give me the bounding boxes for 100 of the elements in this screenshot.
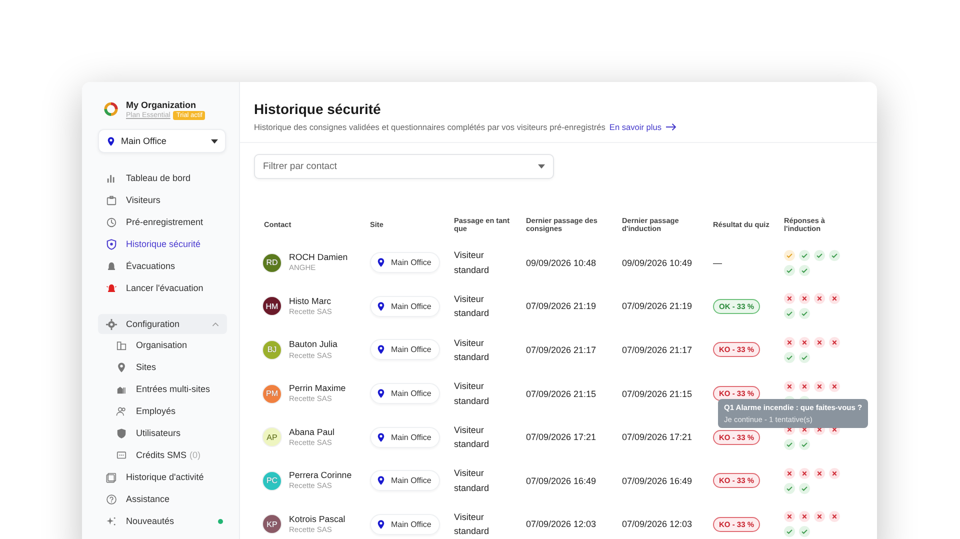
cross-icon[interactable] <box>814 468 825 479</box>
check-icon[interactable] <box>784 526 795 538</box>
cross-icon[interactable] <box>829 293 840 304</box>
cross-icon[interactable] <box>799 336 810 348</box>
avatar: KP <box>262 514 282 534</box>
cross-icon[interactable] <box>814 380 825 392</box>
cross-icon[interactable] <box>829 468 840 479</box>
site-chip: Main Office <box>370 426 440 448</box>
contact-name: Bauton Julia <box>289 340 338 350</box>
check-icon[interactable] <box>784 439 795 450</box>
contact-name: Kotrois Pascal <box>289 514 346 524</box>
check-icon[interactable] <box>799 482 810 494</box>
cross-icon[interactable] <box>799 293 810 304</box>
cross-icon[interactable] <box>799 380 810 392</box>
cross-icon[interactable] <box>814 293 825 304</box>
table-cell-text: Visiteur standard <box>454 467 490 495</box>
check-icon[interactable] <box>784 250 795 261</box>
avatar: HM <box>262 296 282 316</box>
nav-item[interactable]: Crédits SMS (0) <box>98 444 227 466</box>
nav-item[interactable]: Utilisateurs <box>98 422 227 444</box>
filter-field[interactable]: Filtrer par contact <box>254 154 554 179</box>
table-cell: 07/09/2026 17:21 <box>622 432 692 442</box>
site-chip: Main Office <box>370 252 440 274</box>
check-icon[interactable] <box>799 308 810 320</box>
nav-item[interactable]: Nouveautés <box>98 510 227 532</box>
table-cell: 07/09/2026 21:17 <box>622 344 692 355</box>
nav-item[interactable]: Historique d'activité <box>98 466 227 488</box>
table-cell: 07/09/2026 21:19 <box>622 301 692 312</box>
count: (0) <box>190 450 201 460</box>
location-pin-icon <box>376 257 386 268</box>
avatar: RD <box>262 252 282 273</box>
nav-icon <box>116 406 127 416</box>
table-cell: 09/09/2026 10:48 <box>526 258 596 268</box>
check-icon[interactable] <box>784 308 795 320</box>
check-icon[interactable] <box>814 250 825 261</box>
check-icon[interactable] <box>799 264 810 276</box>
cross-icon[interactable] <box>829 336 840 348</box>
nav-item[interactable]: Pré-enregistrement <box>98 211 227 233</box>
configuration-item[interactable]: Configuration <box>98 314 227 334</box>
nav-item[interactable]: Tableau de bord <box>98 167 227 189</box>
location-pin-icon <box>376 475 386 486</box>
caret-icon <box>538 164 545 169</box>
check-icon[interactable] <box>784 482 795 494</box>
table-cell: 07/09/2026 16:49 <box>526 476 596 486</box>
caret-icon <box>211 138 218 144</box>
table-cell-text: Visiteur standard <box>454 293 490 320</box>
nav-item[interactable]: Visiteurs <box>98 189 227 211</box>
cross-icon[interactable] <box>814 511 825 522</box>
cross-icon[interactable] <box>784 380 795 392</box>
nav-item[interactable]: Sites <box>98 356 227 378</box>
check-icon[interactable] <box>799 439 810 450</box>
contact-name: Perrera Corinne <box>289 471 352 480</box>
check-icon[interactable] <box>799 250 810 261</box>
nav-item[interactable]: Organisation <box>98 334 227 356</box>
cross-icon[interactable] <box>829 380 840 392</box>
cross-icon[interactable] <box>829 511 840 522</box>
table-cell: 07/09/2026 21:19 <box>526 301 596 312</box>
nav-item[interactable]: Évacuations <box>98 255 227 277</box>
avatar: PM <box>262 384 282 404</box>
check-icon[interactable] <box>829 250 840 261</box>
table-cell: 09/09/2026 10:49 <box>622 258 692 268</box>
nav-item[interactable]: Entrées multi-sites <box>98 378 227 400</box>
nav-icon <box>116 428 127 438</box>
site-chip: Main Office <box>370 339 440 360</box>
contact-name: Abana Paul <box>289 428 334 437</box>
check-icon[interactable] <box>784 264 795 276</box>
gear-icon <box>106 318 117 330</box>
nav-icon <box>106 516 117 526</box>
avatar: AP <box>262 427 282 448</box>
avatar: PC <box>262 470 282 491</box>
table-cell-text: Visiteur standard <box>454 336 490 364</box>
cross-icon[interactable] <box>799 511 810 522</box>
nav-item[interactable]: Lancer l'évacuation <box>98 277 227 299</box>
nav-item[interactable]: Employés <box>98 400 227 422</box>
logo-icon <box>102 101 120 119</box>
table-cell: — <box>713 258 722 268</box>
cross-icon[interactable] <box>814 336 825 348</box>
site-chip: Main Office <box>370 383 440 404</box>
table-cell-text: Visiteur standard <box>454 380 490 408</box>
cross-icon[interactable] <box>784 468 795 479</box>
cross-icon[interactable] <box>784 293 795 304</box>
check-icon[interactable] <box>799 352 810 363</box>
table-cell: 07/09/2026 16:49 <box>622 476 692 486</box>
table-cell: 07/09/2026 12:03 <box>622 519 692 530</box>
nav-icon <box>106 494 117 504</box>
check-icon[interactable] <box>799 526 810 538</box>
location-pin-icon <box>376 432 386 443</box>
nav-item[interactable]: Assistance <box>98 488 227 510</box>
table-cell: 07/09/2026 21:15 <box>526 388 596 399</box>
page-title: Historique sécurité <box>254 101 382 117</box>
nav-item[interactable]: Historique sécurité <box>98 233 227 255</box>
check-icon[interactable] <box>784 352 795 363</box>
learn-more-link[interactable]: En savoir plus <box>609 122 662 132</box>
cross-icon[interactable] <box>799 468 810 479</box>
cross-icon[interactable] <box>784 336 795 348</box>
site-select[interactable]: Main Office <box>98 129 226 153</box>
cross-icon[interactable] <box>784 511 795 522</box>
contact-name: Perrin Maxime <box>289 384 346 394</box>
table-cell: 07/09/2026 17:21 <box>526 432 596 442</box>
location-pin-icon <box>376 518 386 530</box>
